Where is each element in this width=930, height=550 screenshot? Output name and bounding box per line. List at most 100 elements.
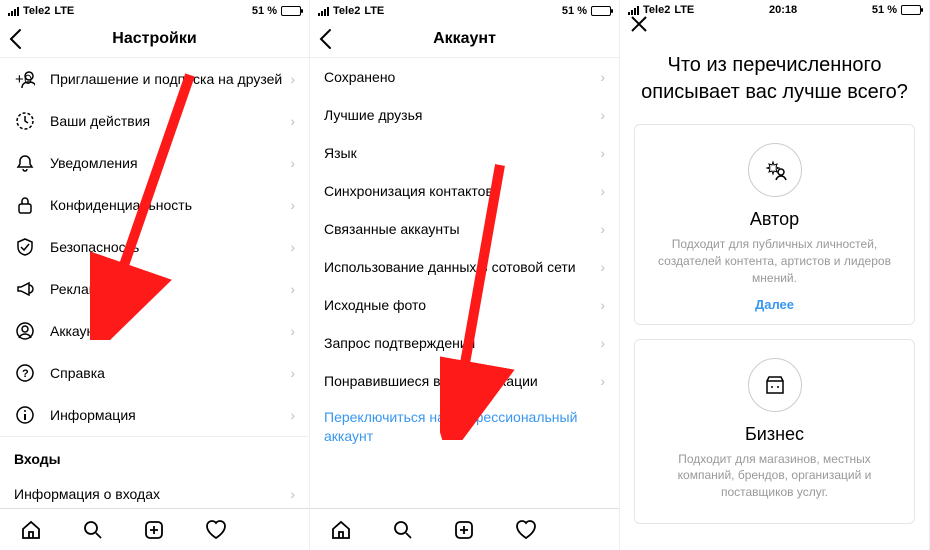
row-account[interactable]: Аккаунт › (0, 310, 309, 352)
home-tab-icon[interactable] (329, 518, 353, 542)
creator-icon (748, 143, 802, 197)
new-post-tab-icon[interactable] (142, 518, 166, 542)
chevron-right-icon: › (290, 281, 295, 297)
profile-tab-icon[interactable] (576, 518, 600, 542)
card-creator[interactable]: Автор Подходит для публичных личностей, … (634, 124, 915, 324)
home-tab-icon[interactable] (19, 518, 43, 542)
row-language[interactable]: Язык› (310, 134, 619, 172)
signal-icon (8, 7, 19, 16)
row-label: Сохранено (324, 69, 600, 85)
row-original-photos[interactable]: Исходные фото› (310, 286, 619, 324)
row-label: Синхронизация контактов (324, 183, 600, 199)
settings-screen: Tele2 LTE 51 % Настройки +௦⁠ Приглашение… (0, 0, 310, 550)
row-ads[interactable]: Реклама › (0, 268, 309, 310)
nav-bar: Настройки (0, 20, 309, 58)
activity-icon (14, 111, 36, 131)
row-notifications[interactable]: Уведомления › (0, 142, 309, 184)
profile-tab-icon[interactable] (266, 518, 290, 542)
page-title: Аккаунт (433, 30, 496, 48)
battery-pct: 51 % (562, 5, 587, 17)
chevron-right-icon: › (600, 335, 605, 351)
chevron-right-icon: › (600, 183, 605, 199)
row-label: Реклама (50, 281, 290, 297)
status-bar: Tele2 LTE 20:18 51 % (620, 0, 929, 18)
switch-professional-link[interactable]: Переключиться на профессиональный аккаун… (310, 400, 619, 454)
business-icon (748, 358, 802, 412)
account-list: Сохранено› Лучшие друзья› Язык› Синхрони… (310, 58, 619, 508)
shield-icon (14, 237, 36, 257)
row-label: Понравившиеся вам публикации (324, 373, 600, 389)
card-desc: Подходит для публичных личностей, создат… (649, 236, 900, 286)
row-close-friends[interactable]: Лучшие друзья› (310, 96, 619, 134)
chevron-right-icon: › (600, 221, 605, 237)
logins-section-header: Входы (0, 436, 309, 475)
signal-icon (318, 7, 329, 16)
activity-tab-icon[interactable] (204, 518, 228, 542)
row-label: Информация (50, 407, 290, 423)
chevron-right-icon: › (600, 259, 605, 275)
row-security[interactable]: Безопасность › (0, 226, 309, 268)
row-privacy[interactable]: Конфиденциальность › (0, 184, 309, 226)
chevron-right-icon: › (600, 373, 605, 389)
chevron-right-icon: › (600, 145, 605, 161)
row-label: Приглашение и подписка на друзей (50, 71, 290, 87)
card-next-button[interactable]: Далее (649, 297, 900, 312)
account-screen: Tele2 LTE 51 % Аккаунт Сохранено› Лучшие… (310, 0, 620, 550)
row-label: Конфиденциальность (50, 197, 290, 213)
lock-icon (14, 195, 36, 215)
chevron-right-icon: › (600, 107, 605, 123)
info-icon (14, 405, 36, 425)
row-login-info[interactable]: Информация о входах › (0, 475, 309, 508)
row-label: Информация о входах (14, 486, 290, 502)
row-help[interactable]: ? Справка › (0, 352, 309, 394)
page-title: Настройки (112, 30, 196, 48)
tab-bar (0, 508, 309, 550)
search-tab-icon[interactable] (81, 518, 105, 542)
battery-icon (901, 5, 921, 15)
row-label: Исходные фото (324, 297, 600, 313)
status-bar: Tele2 LTE 51 % (310, 0, 619, 20)
chevron-right-icon: › (290, 486, 295, 502)
account-icon (14, 321, 36, 341)
row-label: Безопасность (50, 239, 290, 255)
content: Что из перечисленного описывает вас лучш… (620, 30, 929, 550)
row-posts-you-liked[interactable]: Понравившиеся вам публикации› (310, 362, 619, 400)
tab-bar (310, 508, 619, 550)
row-label: Аккаунт (50, 323, 290, 339)
back-icon[interactable] (318, 28, 332, 50)
chevron-right-icon: › (290, 71, 295, 87)
row-request-verification[interactable]: Запрос подтверждения› (310, 324, 619, 362)
network-label: LTE (54, 5, 74, 17)
row-label: Использование данных в сотовой сети (324, 259, 600, 275)
card-business[interactable]: Бизнес Подходит для магазинов, местных к… (634, 339, 915, 524)
row-label: Справка (50, 365, 290, 381)
activity-tab-icon[interactable] (514, 518, 538, 542)
row-label: Ваши действия (50, 113, 290, 129)
row-saved[interactable]: Сохранено› (310, 58, 619, 96)
chevron-right-icon: › (290, 407, 295, 423)
row-invite-friends[interactable]: +௦⁠ Приглашение и подписка на друзей › (0, 58, 309, 100)
row-about[interactable]: Информация › (0, 394, 309, 436)
row-your-activity[interactable]: Ваши действия › (0, 100, 309, 142)
nav-bar (620, 18, 929, 30)
help-icon: ? (14, 363, 36, 383)
back-icon[interactable] (8, 28, 22, 50)
megaphone-icon (14, 279, 36, 299)
row-cellular-data-use[interactable]: Использование данных в сотовой сети› (310, 248, 619, 286)
chevron-right-icon: › (600, 69, 605, 85)
close-icon[interactable] (630, 15, 648, 33)
search-tab-icon[interactable] (391, 518, 415, 542)
row-label: Язык (324, 145, 600, 161)
network-label: LTE (674, 4, 694, 16)
signal-icon (628, 6, 639, 15)
new-post-tab-icon[interactable] (452, 518, 476, 542)
settings-list: +௦⁠ Приглашение и подписка на друзей › В… (0, 58, 309, 508)
row-label: Запрос подтверждения (324, 335, 600, 351)
choose-category-screen: Tele2 LTE 20:18 51 % Что из перечисленно… (620, 0, 930, 550)
row-linked-accounts[interactable]: Связанные аккаунты› (310, 210, 619, 248)
screen-heading: Что из перечисленного описывает вас лучш… (634, 52, 915, 106)
battery-pct: 51 % (252, 5, 277, 17)
row-contacts-syncing[interactable]: Синхронизация контактов› (310, 172, 619, 210)
chevron-right-icon: › (600, 297, 605, 313)
battery-pct: 51 % (872, 4, 897, 16)
